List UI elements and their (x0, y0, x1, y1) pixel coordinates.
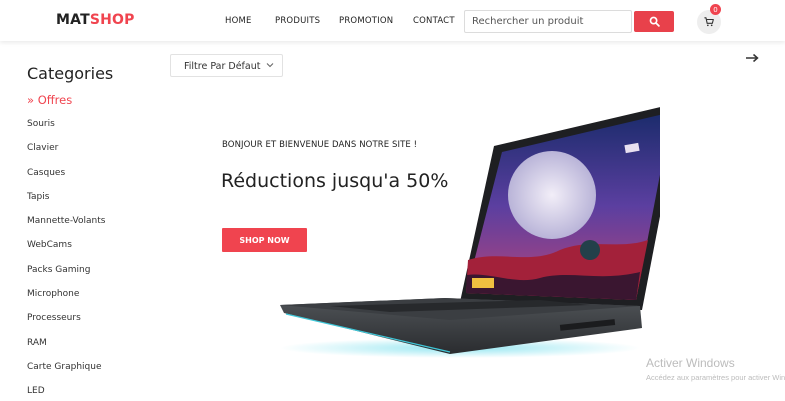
logo[interactable]: MATSHOP (56, 12, 135, 28)
cart-icon (704, 17, 714, 27)
sidebar-item-tapis[interactable]: Tapis (27, 191, 105, 215)
laptop-image (280, 107, 660, 358)
nav-promotion[interactable]: PROMOTION (339, 16, 393, 26)
sidebar-item-mannette-volants[interactable]: Mannette-Volants (27, 215, 105, 239)
categories-heading: Categories (27, 64, 114, 83)
sidebar-item-processeurs[interactable]: Processeurs (27, 312, 105, 336)
sidebar-item-packs-gaming[interactable]: Packs Gaming (27, 264, 105, 288)
search-input[interactable] (464, 10, 632, 33)
site-header: MATSHOP HOME PRODUITS PROMOTION CONTACT … (0, 0, 785, 41)
sidebar-item-clavier[interactable]: Clavier (27, 142, 105, 166)
search-icon (649, 16, 660, 27)
sidebar-item-microphone[interactable]: Microphone (27, 288, 105, 312)
arrow-right-icon[interactable] (745, 52, 759, 64)
nav-produits[interactable]: PRODUITS (275, 16, 320, 26)
sidebar-item-carte-graphique[interactable]: Carte Graphique (27, 361, 105, 385)
sort-filter-select[interactable]: Filtre Par Défaut (170, 54, 283, 77)
sidebar-item-souris[interactable]: Souris (27, 118, 105, 142)
logo-part-1: MAT (56, 12, 90, 28)
sidebar-item-offres[interactable]: » Offres (27, 93, 72, 107)
cart-count-badge: 0 (710, 4, 721, 15)
logo-part-2: SHOP (89, 12, 135, 28)
chevron-down-icon (266, 63, 274, 68)
sidebar-item-webcams[interactable]: WebCams (27, 239, 105, 263)
sidebar-item-led[interactable]: LED (27, 385, 105, 401)
sort-filter-value: Filtre Par Défaut (184, 61, 261, 72)
nav-contact[interactable]: CONTACT (413, 16, 455, 26)
sidebar-item-casques[interactable]: Casques (27, 167, 105, 191)
sidebar-item-ram[interactable]: RAM (27, 337, 105, 361)
search-button[interactable] (634, 11, 674, 32)
category-list: Souris Clavier Casques Tapis Mannette-Volant… (27, 118, 105, 401)
nav-home[interactable]: HOME (225, 16, 252, 26)
activate-windows-subtitle: Accédez aux paramètres pour activer Wind… (646, 373, 785, 382)
activate-windows-title: Activer Windows (646, 356, 735, 370)
